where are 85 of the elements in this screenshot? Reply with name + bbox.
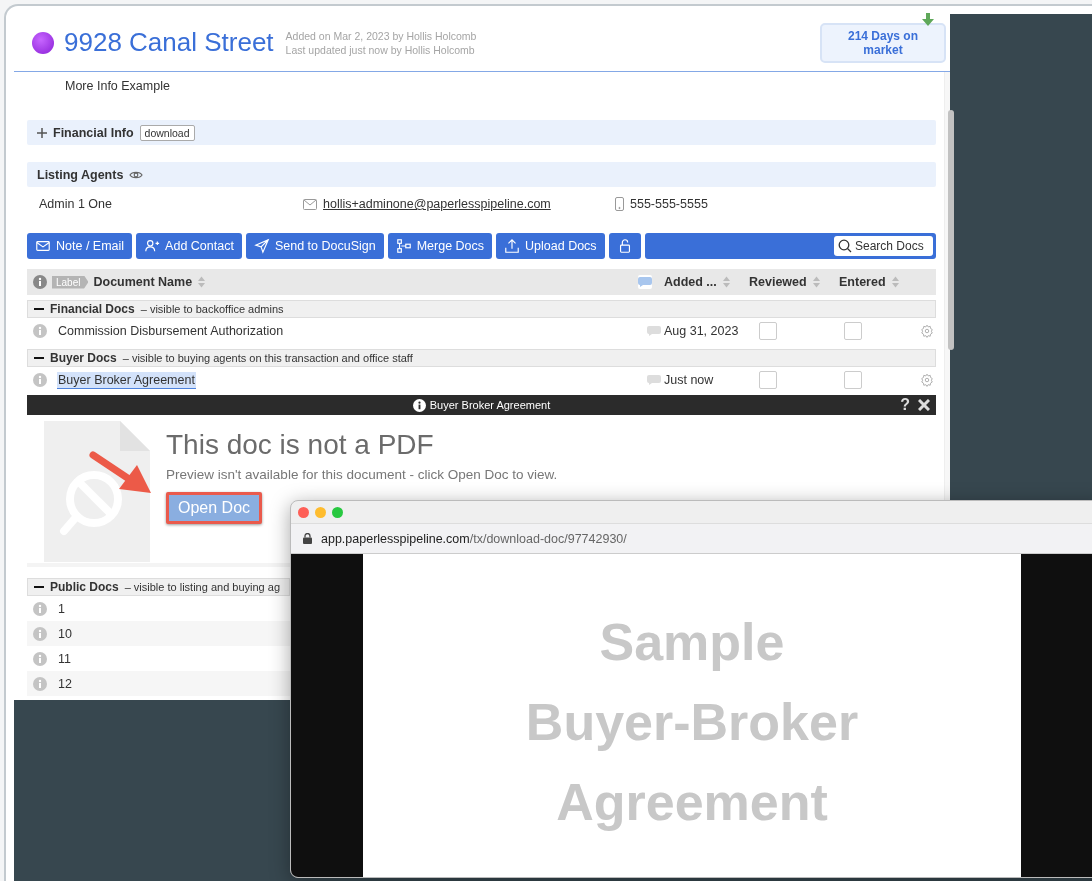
column-header[interactable]: Document Name: [93, 275, 193, 289]
preview-message: Preview isn't available for this document - click Open Doc to view.: [166, 467, 558, 482]
reviewed-checkbox[interactable]: [759, 322, 777, 340]
added-date: Aug 31, 2023: [664, 324, 740, 338]
info-icon[interactable]: [33, 676, 47, 691]
document-name[interactable]: 1: [57, 600, 66, 617]
added-info: Added on Mar 2, 2023 by Hollis Holcomb: [285, 28, 477, 43]
group-title: Public Docs: [50, 580, 119, 594]
info-icon[interactable]: [33, 601, 47, 616]
callout-arrow: [89, 451, 151, 495]
group-description: – visible to listing and buying ag: [124, 581, 280, 593]
search-icon: [838, 239, 852, 253]
sort-icon[interactable]: [197, 275, 207, 289]
scrollbar-thumb[interactable]: [948, 110, 954, 350]
add-person-icon: [144, 238, 161, 254]
email-link[interactable]: hollis+adminone@paperlesspipeline.com: [323, 197, 551, 211]
info-icon[interactable]: [33, 373, 47, 387]
toolbar-button[interactable]: Upload Docs: [496, 233, 605, 259]
updated-info: Last updated just now by Hollis Holcomb: [285, 42, 476, 57]
group-header[interactable]: Public Docs – visible to listing and buying ag: [27, 578, 290, 596]
download-button[interactable]: download: [139, 124, 195, 141]
sort-icon[interactable]: [721, 275, 731, 289]
added-date: Just now: [664, 373, 715, 387]
plus-icon[interactable]: [37, 127, 47, 138]
sort-icon[interactable]: [811, 275, 821, 289]
info-icon[interactable]: [33, 324, 47, 338]
agent-phone: 555-555-5555: [630, 197, 708, 211]
group-description: – visible to backoffice admins: [140, 303, 284, 315]
address-url[interactable]: app.paperlesspipeline.com/tx/download-doc/97742930/: [321, 531, 627, 546]
document-name[interactable]: Buyer Broker Agreement: [57, 371, 196, 389]
minimize-window-button[interactable]: [315, 506, 326, 518]
document-name[interactable]: Commission Disbursement Authorization: [57, 323, 285, 339]
label-tag: Label: [52, 275, 89, 289]
agent-name: Admin 1 One: [39, 197, 113, 211]
financial-info-title: Financial Info: [53, 125, 134, 140]
close-window-button[interactable]: [298, 506, 309, 518]
settings-icon[interactable]: [920, 324, 934, 338]
document-name[interactable]: 10: [57, 625, 73, 642]
entered-checkbox[interactable]: [844, 371, 862, 389]
group-header[interactable]: Buyer Docs – visible to buying agents on this transaction and office staff: [27, 349, 936, 367]
financial-info-bar[interactable]: Financial Info download: [27, 120, 936, 145]
toolbar-button[interactable]: Add Contact: [136, 233, 242, 259]
close-icon[interactable]: [918, 399, 930, 411]
document-name[interactable]: 11: [57, 650, 72, 667]
preview-heading: This doc is not a PDF: [166, 429, 434, 461]
days-on-market-badge: 214 Days on market: [820, 22, 946, 63]
mail-icon: [303, 198, 317, 210]
upload-icon: [504, 238, 521, 254]
down-arrow-icon: [922, 13, 934, 26]
entered-checkbox[interactable]: [844, 322, 862, 340]
toolbar-button[interactable]: Note / Email: [27, 233, 133, 259]
group-description: – visible to buying agents on this transaction and office staff: [122, 352, 413, 364]
status-dot: [32, 31, 54, 54]
merge-icon: [395, 238, 412, 254]
mail-icon: [35, 238, 51, 254]
listing-agents-title: Listing Agents: [37, 167, 124, 182]
group-title: Buyer Docs: [50, 351, 117, 365]
info-icon[interactable]: [33, 626, 47, 641]
toolbar-button[interactable]: Merge Docs: [387, 233, 493, 259]
sort-icon[interactable]: [890, 275, 900, 289]
document-name[interactable]: 12: [57, 675, 73, 692]
group-header[interactable]: Financial Docs – visible to backoffice admins: [27, 300, 936, 318]
phone-icon: [615, 197, 624, 211]
info-icon[interactable]: [33, 275, 47, 289]
column-header[interactable]: Added ...: [664, 275, 717, 289]
lock-button[interactable]: [608, 233, 641, 259]
paper-plane-icon: [253, 238, 270, 254]
reviewed-checkbox[interactable]: [759, 371, 777, 389]
info-icon[interactable]: [33, 651, 47, 666]
help-button[interactable]: ?: [900, 396, 910, 414]
column-header[interactable]: Reviewed: [749, 275, 807, 289]
column-header[interactable]: Entered: [839, 275, 886, 289]
settings-icon[interactable]: [920, 373, 934, 387]
toolbar-button[interactable]: Send to DocuSign: [245, 233, 384, 259]
preview-title: Buyer Broker Agreement: [429, 399, 551, 411]
group-title: Financial Docs: [50, 302, 135, 316]
eye-icon[interactable]: [129, 169, 144, 180]
comment-icon[interactable]: [647, 326, 661, 336]
more-info-text: More Info Example: [65, 79, 171, 94]
comment-icon[interactable]: [647, 375, 661, 385]
property-title: 9928 Canal Street: [64, 27, 274, 58]
search-field[interactable]: Search Docs: [834, 236, 933, 256]
lock-icon: [303, 533, 312, 544]
maximize-window-button[interactable]: [332, 506, 343, 518]
info-icon: [412, 398, 426, 412]
